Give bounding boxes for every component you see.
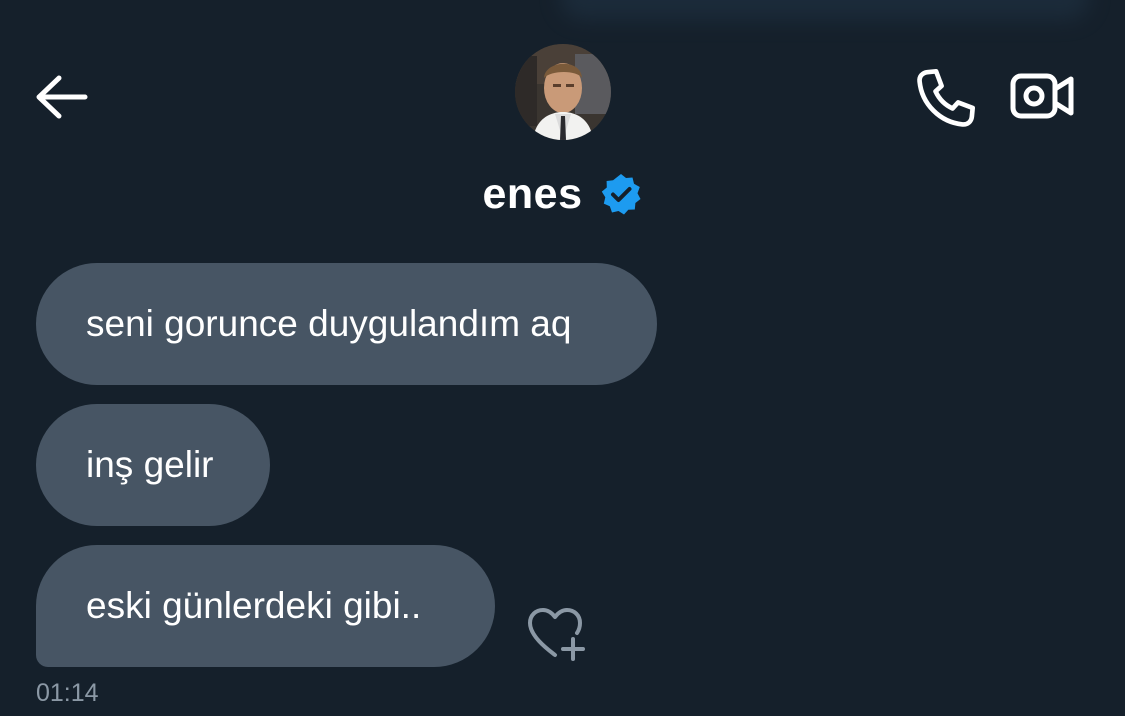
message-text: seni gorunce duygulandım aq [86,303,572,344]
call-button[interactable] [906,58,986,138]
arrow-left-icon [36,75,88,119]
contact-name: enes [482,169,583,218]
message-text: eski günlerdeki gibi.. [86,585,422,626]
video-call-button[interactable] [1003,60,1081,132]
avatar[interactable] [515,44,611,140]
back-button[interactable] [24,60,98,134]
message-bubble[interactable]: eski günlerdeki gibi.. [36,545,495,667]
avatar-photo [515,44,611,140]
message-bubble[interactable]: seni gorunce duygulandım aq [36,263,657,385]
contact-name-row[interactable]: enes [0,164,1125,224]
top-glow [560,0,1090,20]
message-text: inş gelir [86,444,214,485]
phone-icon [917,68,976,127]
heart-plus-icon [528,608,585,661]
add-reaction-button[interactable] [520,600,592,666]
video-camera-icon [1010,73,1074,119]
message-bubble[interactable]: inş gelir [36,404,270,526]
verified-badge-icon [601,174,640,215]
message-timestamp: 01:14 [36,679,99,707]
